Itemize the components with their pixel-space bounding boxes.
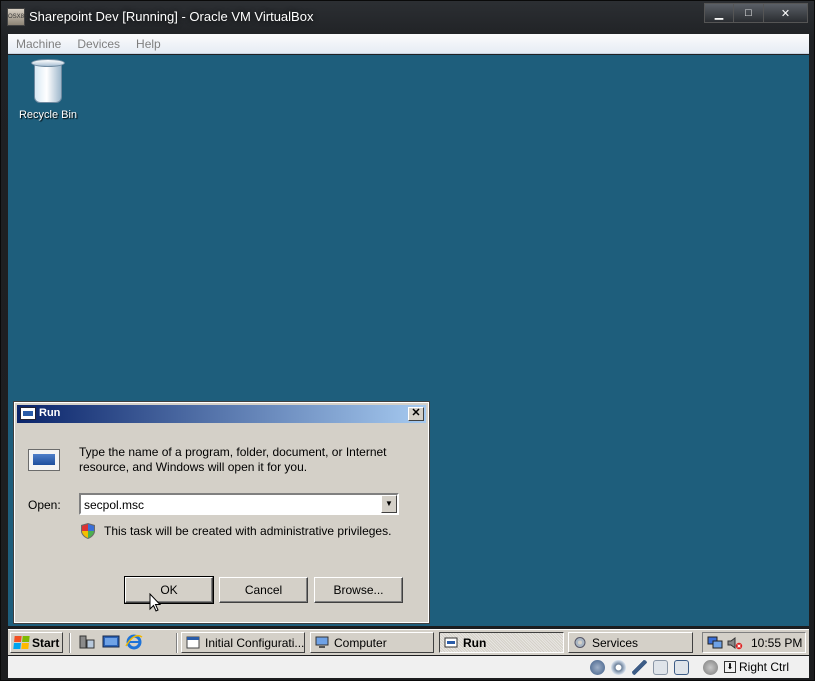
host-key-indicator: ⬇ Right Ctrl bbox=[723, 660, 789, 674]
ok-button[interactable]: OK bbox=[124, 576, 214, 604]
run-prompt-text: Type the name of a program, folder, docu… bbox=[79, 445, 387, 474]
start-button[interactable]: Start bbox=[10, 632, 63, 653]
window-icon bbox=[186, 636, 200, 649]
run-dialog-titlebar[interactable]: Run ✕ bbox=[17, 405, 426, 423]
uac-shield-icon bbox=[81, 523, 95, 539]
run-icon bbox=[20, 407, 36, 420]
task-label: Computer bbox=[334, 635, 387, 650]
chevron-down-icon[interactable]: ▼ bbox=[381, 495, 397, 513]
windows-logo-icon bbox=[13, 636, 30, 649]
virtualbox-window: OSX86 Sharepoint Dev [Running] - Oracle … bbox=[0, 0, 815, 681]
close-button[interactable]: ✕ bbox=[764, 3, 808, 23]
open-input[interactable] bbox=[84, 497, 379, 513]
task-label: Initial Configurati... bbox=[205, 635, 305, 650]
minimize-button[interactable]: ▁ bbox=[704, 3, 734, 23]
guest-taskbar: Start Initial Configurati... Computer Ru… bbox=[8, 629, 809, 655]
host-status-bar: ⬇ Right Ctrl bbox=[8, 656, 809, 678]
server-manager-icon[interactable] bbox=[78, 634, 96, 650]
show-desktop-icon[interactable] bbox=[102, 634, 120, 650]
task-services[interactable]: Services bbox=[568, 632, 693, 653]
run-close-button[interactable]: ✕ bbox=[408, 407, 424, 421]
virtualbox-app-icon[interactable]: OSX86 bbox=[7, 8, 27, 26]
desktop-icon-label: Recycle Bin bbox=[18, 109, 78, 121]
open-combobox[interactable]: ▼ bbox=[79, 493, 399, 515]
computer-icon bbox=[315, 636, 329, 648]
run-dialog-title: Run bbox=[39, 407, 61, 419]
menu-devices[interactable]: Devices bbox=[69, 37, 128, 51]
task-initial-configuration[interactable]: Initial Configurati... bbox=[181, 632, 305, 653]
display-icon[interactable] bbox=[673, 659, 689, 675]
keyboard-icon: ⬇ bbox=[723, 661, 736, 673]
volume-muted-icon[interactable] bbox=[727, 636, 743, 650]
run-dialog: Run ✕ Type the name of a program, folder… bbox=[13, 401, 430, 624]
window-controls: ▁ □ ✕ bbox=[704, 3, 808, 25]
gear-icon bbox=[574, 637, 586, 648]
host-key-label: Right Ctrl bbox=[738, 660, 789, 674]
optical-drive-icon[interactable] bbox=[610, 659, 626, 675]
desktop-icon-recycle-bin[interactable]: Recycle Bin bbox=[18, 57, 78, 121]
task-label: Services bbox=[592, 635, 639, 650]
usb-icon[interactable] bbox=[631, 659, 647, 675]
task-label: Run bbox=[463, 635, 487, 650]
cancel-button[interactable]: Cancel bbox=[219, 577, 308, 603]
clock[interactable]: 10:55 PM bbox=[751, 636, 802, 650]
admin-privileges-note: This task will be created with administr… bbox=[104, 524, 392, 538]
recycle-bin-icon bbox=[28, 57, 68, 105]
task-computer[interactable]: Computer bbox=[310, 632, 434, 653]
host-menu-bar: Machine Devices Help bbox=[8, 34, 809, 54]
menu-help[interactable]: Help bbox=[128, 37, 169, 51]
internet-explorer-icon[interactable] bbox=[125, 634, 143, 650]
maximize-button[interactable]: □ bbox=[734, 3, 764, 23]
browse-button[interactable]: Browse... bbox=[314, 577, 403, 603]
host-titlebar[interactable]: OSX86 Sharepoint Dev [Running] - Oracle … bbox=[1, 1, 814, 33]
taskbar-separator bbox=[69, 633, 71, 653]
network-tray-icon[interactable] bbox=[707, 636, 723, 650]
host-window-title: Sharepoint Dev [Running] - Oracle VM Vir… bbox=[29, 9, 314, 24]
task-run[interactable]: Run bbox=[439, 632, 564, 653]
shared-folders-icon[interactable] bbox=[652, 659, 668, 675]
open-label: Open: bbox=[28, 498, 61, 512]
run-icon bbox=[444, 637, 458, 648]
mouse-cursor-icon bbox=[149, 593, 162, 612]
system-tray: 10:55 PM bbox=[702, 632, 806, 653]
start-label: Start bbox=[32, 635, 60, 650]
taskbar-separator bbox=[176, 633, 178, 653]
menu-machine[interactable]: Machine bbox=[8, 37, 69, 51]
hard-disk-icon[interactable] bbox=[589, 659, 605, 675]
run-program-icon bbox=[28, 447, 62, 475]
mouse-integration-icon[interactable] bbox=[702, 659, 718, 675]
